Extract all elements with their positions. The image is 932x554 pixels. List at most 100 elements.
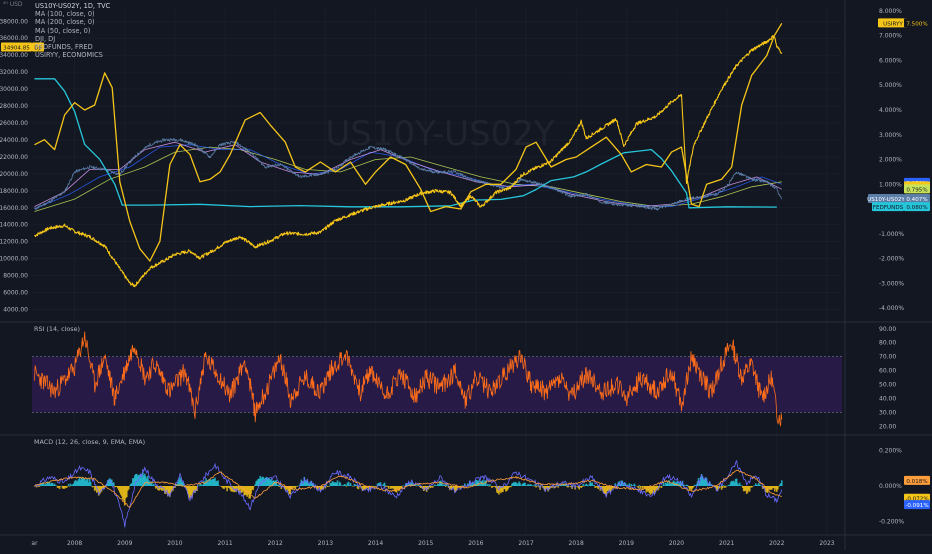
right-axis-tick: -4.000% bbox=[879, 305, 904, 312]
right-axis-tick: 2.000% bbox=[879, 157, 902, 164]
rsi-axis-tick: 50.00 bbox=[879, 382, 896, 389]
x-axis-tick: 2022 bbox=[769, 540, 784, 547]
macd-hist-bar bbox=[346, 486, 348, 487]
x-axis-tick: 2012 bbox=[268, 540, 283, 547]
macd-hist-bar bbox=[386, 485, 388, 486]
macd-badge-1: 0.018% bbox=[904, 476, 930, 485]
macd-hist-bar bbox=[777, 486, 779, 489]
macd-hist-bar bbox=[741, 485, 743, 486]
macd-hist-bar bbox=[128, 486, 130, 489]
macd-hist-bar bbox=[639, 485, 641, 486]
macd-badge-1-text: 0.018% bbox=[906, 479, 927, 485]
dji-price-badge: 34904.85 bbox=[1, 43, 32, 52]
rsi-axis-tick: 60.00 bbox=[879, 368, 896, 375]
macd-hist-bar bbox=[350, 483, 352, 486]
macd-hist-bar bbox=[384, 483, 386, 486]
macd-hist-bar bbox=[462, 485, 464, 486]
chart-root: US10Y-US02Y 38000.0036000.0034000.003200… bbox=[0, 0, 932, 550]
left-axis-tick: 14000.00 bbox=[0, 222, 28, 229]
macd-hist-bar bbox=[445, 486, 447, 487]
macd-badge-3-text: -0.091% bbox=[905, 503, 928, 509]
left-axis-tick: 20000.00 bbox=[0, 171, 28, 178]
legend-ma200[interactable]: MA (200, close, 0) bbox=[35, 18, 110, 26]
macd-hist-bar bbox=[581, 486, 583, 487]
fedfunds-value-badge-text: 0.080% bbox=[906, 205, 927, 211]
macd-hist-bar bbox=[337, 480, 339, 486]
macd-axis-tick: 0.200% bbox=[879, 448, 902, 455]
x-axis-tick: 2013 bbox=[318, 540, 333, 547]
macd-axis-tick: -0.200% bbox=[879, 518, 904, 525]
spread-label-badge: US10Y-US02Y bbox=[867, 194, 905, 203]
right-axis-tick: 6.000% bbox=[879, 57, 902, 64]
left-axis-tick: 36000.00 bbox=[0, 35, 28, 42]
macd-hist-bar bbox=[487, 484, 489, 486]
usiryy-label-badge: USIRYY bbox=[878, 18, 908, 27]
left-axis-tick: 10000.00 bbox=[0, 256, 28, 263]
spread-badge-3-text: 0.795% bbox=[906, 187, 927, 193]
left-axis-tick: 4000.00 bbox=[3, 307, 28, 314]
macd-hist-bar bbox=[277, 485, 279, 486]
macd-hist-bar bbox=[39, 486, 41, 487]
macd-hist-bar bbox=[356, 485, 358, 486]
macd-pane-label[interactable]: MACD (12, 26, close, 9, EMA, EMA) bbox=[34, 438, 145, 446]
macd-hist-bar bbox=[510, 486, 512, 487]
legend-ma100[interactable]: MA (100, close, 0) bbox=[35, 10, 110, 18]
x-axis-tick: 2018 bbox=[569, 540, 584, 547]
left-axis-tick: 22000.00 bbox=[0, 154, 28, 161]
x-axis-tick: 2008 bbox=[67, 540, 82, 547]
left-axis-tick: 18000.00 bbox=[0, 188, 28, 195]
legend-dji[interactable]: DJI, DJ bbox=[35, 35, 110, 43]
legend-ma50[interactable]: MA (50, close, 0) bbox=[35, 27, 110, 35]
rsi-pane-label[interactable]: RSI (14, close) bbox=[34, 325, 80, 333]
rsi-axis-tick: 80.00 bbox=[879, 340, 896, 347]
macd-hist-bar bbox=[345, 484, 347, 486]
right-axis-tick: 3.000% bbox=[879, 132, 902, 139]
right-axis-tick: -1.000% bbox=[879, 231, 904, 238]
macd-hist-bar bbox=[582, 484, 584, 486]
left-axis-tick: 34000.00 bbox=[0, 52, 28, 59]
macd-hist-bar bbox=[752, 486, 754, 487]
x-axis-tick: 2020 bbox=[669, 540, 684, 547]
macd-hist-bar bbox=[432, 486, 434, 488]
macd-hist-bar bbox=[723, 485, 725, 486]
macd-badge-3: -0.091% bbox=[904, 500, 930, 509]
left-axis-tick: 8000.00 bbox=[3, 273, 28, 280]
macd-hist-bar bbox=[661, 486, 663, 488]
macd-hist-bar bbox=[687, 485, 689, 486]
currency-label: ⁴⁰ USD bbox=[3, 1, 23, 8]
legend-usiryy[interactable]: USIRYY, ECONOMICS bbox=[35, 51, 110, 59]
usiryy-label-badge-text: USIRYY bbox=[883, 21, 903, 27]
macd-hist-bar bbox=[153, 484, 155, 486]
left-axis-tick: 28000.00 bbox=[0, 103, 28, 110]
right-axis-tick: 7.000% bbox=[879, 33, 902, 40]
fedfunds-value-badge: 0.080% bbox=[904, 202, 930, 211]
macd-hist-bar bbox=[353, 486, 355, 487]
chart-title[interactable]: US10Y-US02Y, 1D, TVC bbox=[35, 2, 110, 10]
left-axis-tick: 32000.00 bbox=[0, 69, 28, 76]
macd-axis-tick: 0.000% bbox=[879, 483, 902, 490]
rsi-axis-tick: 20.00 bbox=[879, 423, 896, 430]
macd-hist-bar bbox=[722, 486, 724, 488]
macd-hist-bar bbox=[278, 486, 280, 487]
left-axis-tick: 24000.00 bbox=[0, 137, 28, 144]
macd-hist-bar bbox=[418, 485, 420, 486]
macd-hist-bar bbox=[252, 486, 254, 490]
spread-badge-3: 0.795% bbox=[904, 184, 930, 193]
macd-hist-bar bbox=[297, 486, 299, 487]
rsi-axis-tick: 90.00 bbox=[879, 326, 896, 333]
macd-hist-bar bbox=[635, 485, 637, 486]
x-axis-tick: 2016 bbox=[468, 540, 483, 547]
x-axis-tick: 2021 bbox=[719, 540, 734, 547]
x-axis-tick: 2009 bbox=[117, 540, 132, 547]
macd-hist-bar bbox=[781, 480, 783, 486]
x-axis-tick: 2019 bbox=[619, 540, 634, 547]
chart-canvas[interactable]: US10Y-US02Y 38000.0036000.0034000.003200… bbox=[0, 0, 932, 550]
right-axis-tick: 4.000% bbox=[879, 107, 902, 114]
left-axis-tick: 16000.00 bbox=[0, 205, 28, 212]
macd-hist-bar bbox=[725, 486, 727, 488]
right-axis-tick: -2.000% bbox=[879, 256, 904, 263]
usiryy-value-badge: 7.500% bbox=[904, 18, 930, 27]
legend-fedfunds[interactable]: FEDFUNDS, FRED bbox=[35, 43, 110, 51]
rsi-axis-tick: 40.00 bbox=[879, 396, 896, 403]
macd-hist-bar bbox=[489, 484, 491, 486]
